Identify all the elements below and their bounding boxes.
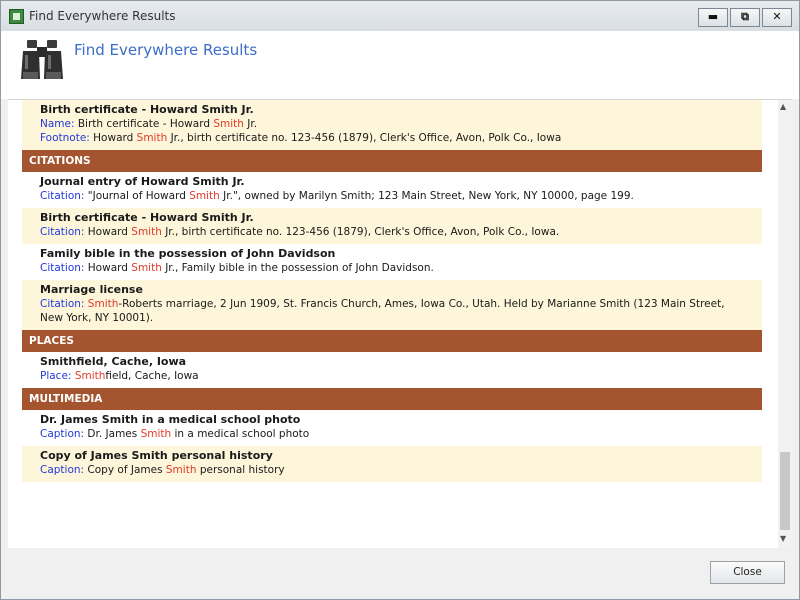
list-item[interactable]: Journal entry of Howard Smith Jr. Citatio… [22,172,762,208]
dialog-title: Find Everywhere Results [74,41,258,59]
list-item[interactable]: Copy of James Smith personal history Capt… [22,446,762,482]
item-line: New York, NY 10001). [40,311,756,325]
match-highlight: Smith [131,262,162,274]
match-highlight: Smith [165,464,197,476]
binoculars-icon [21,40,63,79]
item-title: Marriage license [40,283,143,296]
match-highlight: Smith [131,226,162,238]
field-label: Caption: [40,428,85,440]
close-button[interactable]: Close [710,561,785,584]
item-line: Caption: Copy of James Smith personal hi… [40,463,756,477]
match-highlight: Smith [74,370,106,382]
list-item[interactable]: Birth certificate - Howard Smith Jr. Cita… [22,208,762,244]
item-line: Citation: Smith-Roberts marriage, 2 Jun … [40,297,756,311]
app-icon [9,9,24,24]
find-everywhere-window: Find Everywhere Results ▬ ⧉ ✕ Find Every… [0,0,800,600]
restore-button[interactable]: ⧉ [730,8,760,27]
list-item[interactable]: Dr. James Smith in a medical school phot… [22,410,762,446]
results-rows: Birth certificate - Howard Smith Jr. Nam… [8,100,774,482]
field-text: Jr., Family bible in the possession of J… [161,262,434,274]
item-title: Copy of James Smith personal history [40,449,273,462]
item-title: Birth certificate - Howard Smith Jr. [40,103,254,116]
scrollbar-thumb[interactable] [780,452,790,530]
scroll-up-icon[interactable]: ▲ [780,102,786,111]
item-title: Journal entry of Howard Smith Jr. [40,175,245,188]
field-label: Citation: [40,226,85,238]
field-text: "Journal of Howard [84,190,190,202]
field-label: Name: [40,118,75,130]
list-item[interactable]: Family bible in the possession of John D… [22,244,762,280]
section-header-citations: CITATIONS [22,150,762,172]
item-title: Birth certificate - Howard Smith Jr. [40,211,254,224]
item-line: Citation: Howard Smith Jr., Family bible… [40,261,756,275]
field-text: Jr., birth certificate no. 123-456 (1879… [161,226,560,238]
field-text: personal history [196,464,285,476]
field-text: Jr., birth certificate no. 123-456 (1879… [167,132,562,144]
field-text: Copy of James [84,464,166,476]
field-label: Citation: [40,190,85,202]
item-title: Smithfield, Cache, Iowa [40,355,187,368]
window-title: Find Everywhere Results [29,9,176,23]
vertical-scrollbar[interactable]: ▲ ▼ [778,100,792,548]
field-text: Jr. [243,118,258,130]
section-header-places: PLACES [22,330,762,352]
field-label: Caption: [40,464,85,476]
field-label: Citation: [40,298,85,310]
dialog-footer: Close [1,548,799,599]
field-text: field, Cache, Iowa [105,370,199,382]
field-text: in a medical school photo [171,428,310,440]
results-list[interactable]: Birth certificate - Howard Smith Jr. Nam… [8,99,792,549]
match-highlight: Smith [213,118,244,130]
field-label: Footnote: [40,132,90,144]
item-title: Family bible in the possession of John D… [40,247,336,260]
scroll-down-icon[interactable]: ▼ [780,534,786,543]
match-highlight: Smith [136,132,168,144]
item-line: Place: Smithfield, Cache, Iowa [40,369,756,383]
field-text: Howard [84,226,132,238]
item-title: Dr. James Smith in a medical school phot… [40,413,301,426]
list-item[interactable]: Smithfield, Cache, Iowa Place: Smithfield… [22,352,762,388]
field-text: -Roberts marriage, 2 Jun 1909, St. Franc… [118,298,725,310]
dialog-header: Find Everywhere Results [1,31,799,99]
section-header-multimedia: MULTIMEDIA [22,388,762,410]
close-window-button[interactable]: ✕ [762,8,792,27]
field-text: Birth certificate - Howard [74,118,214,130]
field-label: Place: [40,370,72,382]
list-item[interactable]: Birth certificate - Howard Smith Jr. Nam… [22,100,762,150]
field-label: Citation: [40,262,85,274]
title-bar: Find Everywhere Results ▬ ⧉ ✕ [1,1,799,31]
item-line: Footnote: Howard Smith Jr., birth certif… [40,131,756,145]
field-text: Howard [89,132,137,144]
list-item[interactable]: Marriage license Citation: Smith-Roberts … [22,280,762,330]
item-line: Citation: Howard Smith Jr., birth certif… [40,225,756,239]
field-text: Dr. James [84,428,141,440]
field-text: Howard [84,262,132,274]
field-text: New York, NY 10001). [40,312,154,324]
match-highlight: Smith [140,428,172,440]
minimize-button[interactable]: ▬ [698,8,728,27]
item-line: Name: Birth certificate - Howard Smith J… [40,117,756,131]
match-highlight: Smith [87,298,119,310]
item-line: Caption: Dr. James Smith in a medical sc… [40,427,756,441]
field-text: Jr.", owned by Marilyn Smith; 123 Main S… [219,190,634,202]
match-highlight: Smith [189,190,220,202]
item-line: Citation: "Journal of Howard Smith Jr.",… [40,189,756,203]
